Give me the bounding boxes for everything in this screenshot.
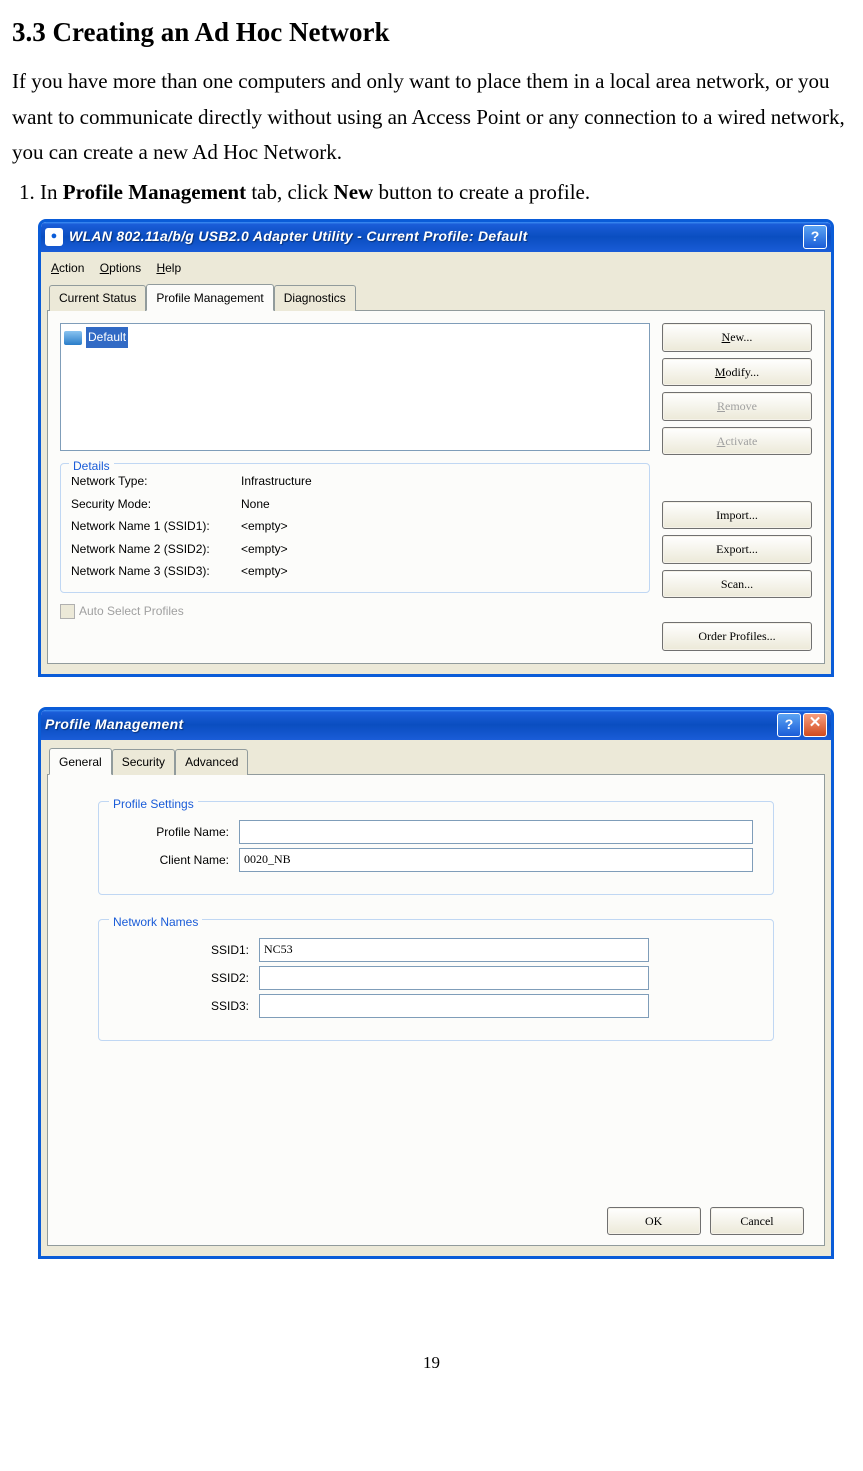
titlebar[interactable]: ● WLAN 802.11a/b/g USB2.0 Adapter Utilit… <box>41 222 831 252</box>
ssid2-label: SSID2: <box>119 968 259 988</box>
help-button[interactable]: ? <box>777 713 801 737</box>
tab-diagnostics[interactable]: Diagnostics <box>274 285 356 311</box>
auto-select-checkbox: Auto Select Profiles <box>60 601 650 621</box>
activate-button: Activate <box>662 427 812 455</box>
profile-icon <box>64 331 82 345</box>
import-button[interactable]: Import... <box>662 501 812 529</box>
dialog-title: Profile Management <box>45 713 775 737</box>
ssid3-input[interactable] <box>259 994 649 1018</box>
ok-button[interactable]: OK <box>607 1207 701 1235</box>
tab-advanced[interactable]: Advanced <box>175 749 248 775</box>
intro-paragraph: If you have more than one computers and … <box>12 64 851 171</box>
step-1: In Profile Management tab, click New but… <box>40 175 851 211</box>
details-legend: Details <box>69 456 114 476</box>
remove-button: Remove <box>662 392 812 420</box>
menu-help[interactable]: Help <box>156 261 181 275</box>
help-button[interactable]: ? <box>803 225 827 249</box>
ssid3-label: SSID3: <box>119 996 259 1016</box>
profile-settings-group: Profile Settings Profile Name: Client Na… <box>98 801 774 895</box>
profile-item-default[interactable]: Default <box>64 327 646 347</box>
order-profiles-button[interactable]: Order Profiles... <box>662 622 812 650</box>
network-names-group: Network Names SSID1: SSID2: SSID3: <box>98 919 774 1041</box>
scan-button[interactable]: Scan... <box>662 570 812 598</box>
window-title: WLAN 802.11a/b/g USB2.0 Adapter Utility … <box>69 225 801 249</box>
client-name-label: Client Name: <box>119 850 239 870</box>
tab-general[interactable]: General <box>49 748 112 775</box>
profile-list[interactable]: Default <box>60 323 650 451</box>
ssid2-input[interactable] <box>259 966 649 990</box>
section-heading: 3.3 Creating an Ad Hoc Network <box>12 10 851 56</box>
profile-name-label: Profile Name: <box>119 822 239 842</box>
checkbox-icon <box>60 604 75 619</box>
tab-current-status[interactable]: Current Status <box>49 285 146 311</box>
page-number: 19 <box>12 1349 851 1378</box>
modify-button[interactable]: Modify... <box>662 358 812 386</box>
profile-name-input[interactable] <box>239 820 753 844</box>
menu-options[interactable]: Options <box>100 261 141 275</box>
tab-security[interactable]: Security <box>112 749 175 775</box>
details-groupbox: Details Network Type:Infrastructure Secu… <box>60 463 650 593</box>
cancel-button[interactable]: Cancel <box>710 1207 804 1235</box>
titlebar[interactable]: Profile Management ? ✕ <box>41 710 831 740</box>
profile-management-dialog: Profile Management ? ✕ General Security … <box>38 707 834 1259</box>
menubar: Action Options Help <box>47 256 825 284</box>
export-button[interactable]: Export... <box>662 535 812 563</box>
menu-action[interactable]: Action <box>51 261 84 275</box>
ssid1-input[interactable] <box>259 938 649 962</box>
ssid1-label: SSID1: <box>119 940 259 960</box>
close-button[interactable]: ✕ <box>803 713 827 737</box>
wlan-utility-window: ● WLAN 802.11a/b/g USB2.0 Adapter Utilit… <box>38 219 834 677</box>
new-button[interactable]: New... <box>662 323 812 351</box>
tab-profile-management[interactable]: Profile Management <box>146 284 273 311</box>
client-name-input[interactable] <box>239 848 753 872</box>
app-icon: ● <box>45 228 63 246</box>
